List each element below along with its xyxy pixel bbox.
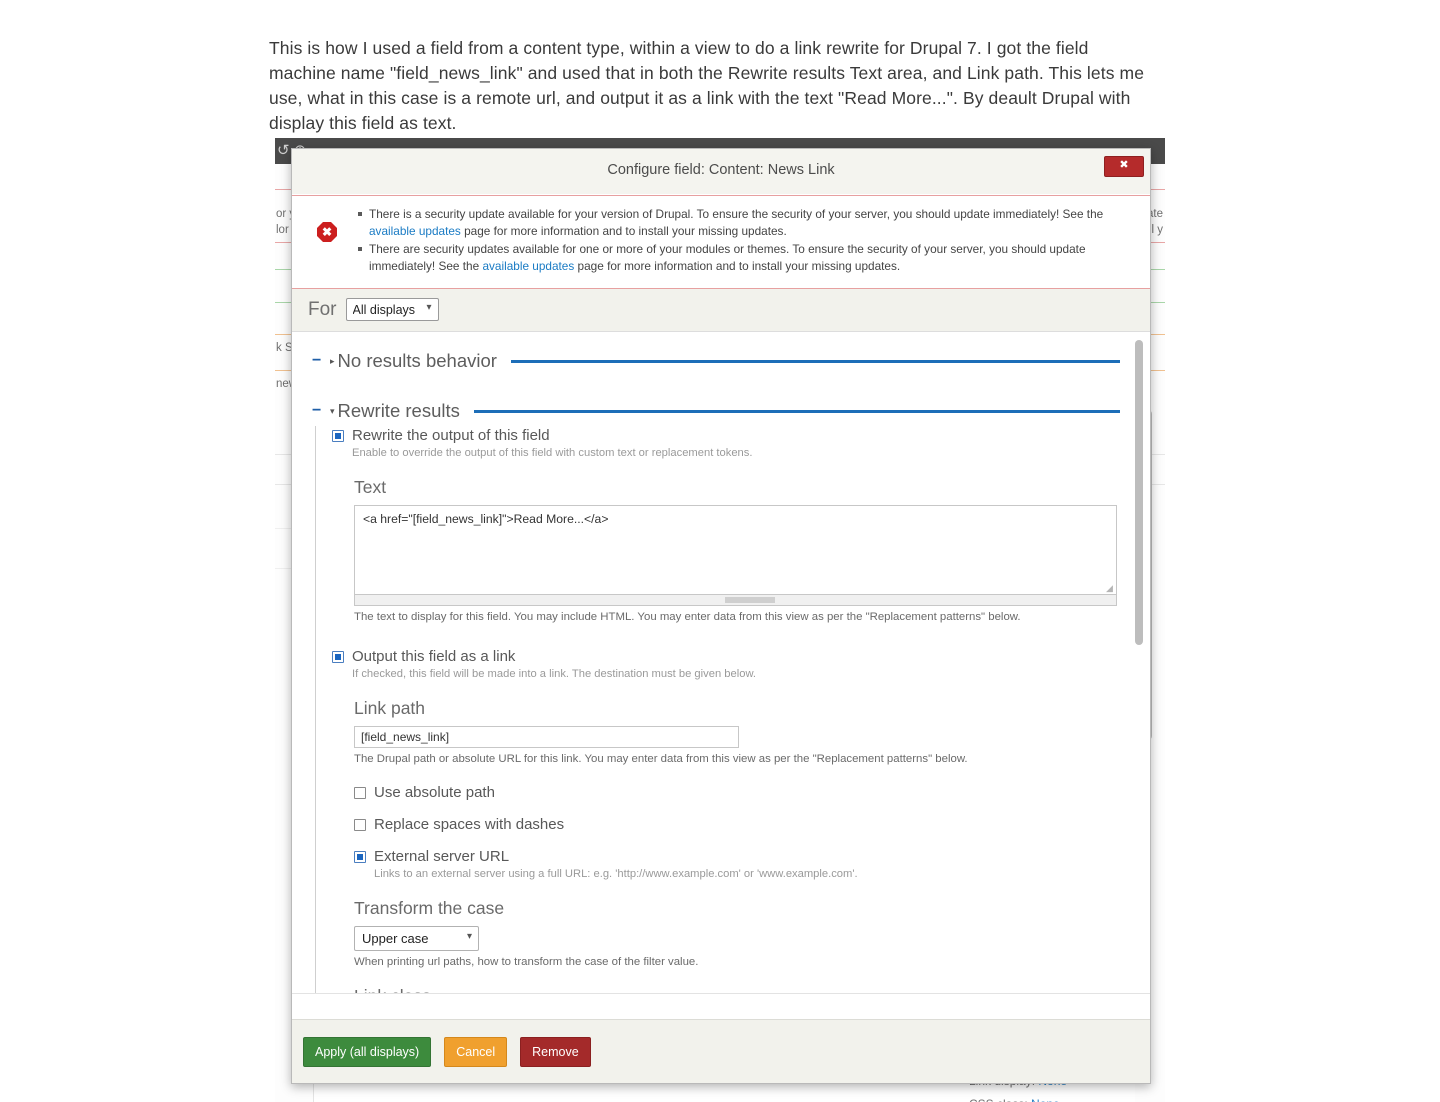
transform-case-item: Transform the case Upper case ▾ When pri… <box>354 898 1120 970</box>
apply-all-displays-button[interactable]: Apply (all displays) <box>303 1036 432 1067</box>
fieldset-legend: No results behavior <box>337 350 497 371</box>
rewrite-output-item: Rewrite the output of this field Enable … <box>332 426 1120 461</box>
remove-button[interactable]: Remove <box>520 1036 591 1067</box>
collapse-minus-icon[interactable]: − <box>312 353 323 369</box>
replace-spaces-checkbox[interactable] <box>354 819 366 831</box>
link-path-input[interactable] <box>354 726 739 748</box>
close-icon[interactable]: ✖ <box>1104 156 1144 177</box>
text-field-description: The text to display for this field. You … <box>354 611 1021 623</box>
use-absolute-path-checkbox[interactable] <box>354 787 366 799</box>
modal-scroll-body[interactable]: − ▸ No results behavior − ▾ Rewrite resu… <box>292 332 1150 1014</box>
message-text-after: page for more information and to install… <box>574 258 901 273</box>
bg-text-fragment: ll y <box>1148 224 1163 236</box>
link-path-label: Link path <box>354 698 426 718</box>
external-server-url-row[interactable]: External server URL Links to an external… <box>354 847 1120 882</box>
external-server-url-checkbox[interactable] <box>354 851 366 863</box>
chevron-down-icon[interactable]: ▾ <box>330 406 335 417</box>
use-absolute-path-label: Use absolute path <box>374 784 495 801</box>
text-textarea-wrap: <a href="[field_news_link]">Read More...… <box>354 505 1117 606</box>
bg-text-fragment: lor <box>276 224 289 236</box>
external-server-url-label: External server URL <box>374 848 510 865</box>
output-link-hint: If checked, this field will be made into… <box>352 668 757 680</box>
fieldset-header[interactable]: − ▸ No results behavior <box>312 350 1120 372</box>
fieldset-rule <box>510 359 1120 363</box>
modal-vertical-scrollbar[interactable] <box>1133 332 1147 1014</box>
transform-case-select-wrap: Upper case ▾ <box>354 926 479 951</box>
message-text-before: There is a security update available for… <box>369 207 1104 221</box>
for-display-select[interactable]: All displays <box>345 298 439 321</box>
rewrite-output-checkbox[interactable] <box>332 430 344 442</box>
replace-spaces-row[interactable]: Replace spaces with dashes <box>354 815 1120 834</box>
rewrite-output-hint: Enable to override the output of this fi… <box>352 447 753 459</box>
error-octagon-icon: ✖ <box>317 222 337 242</box>
text-field-item: Text <a href="[field_news_link]">Read Mo… <box>354 477 1120 625</box>
bg-summary-label: CSS class: <box>969 1097 1028 1102</box>
link-path-description: The Drupal path or absolute URL for this… <box>354 753 968 765</box>
footer-spacer <box>292 993 1150 1020</box>
bg-summary-css-class: CSS class: None <box>969 1097 1060 1102</box>
modal-action-bar: Apply (all displays) Cancel Remove <box>292 1019 1150 1083</box>
use-absolute-path-row[interactable]: Use absolute path <box>354 783 1120 802</box>
scrollbar-thumb[interactable] <box>725 597 775 603</box>
output-link-item: Output this field as a link If checked, … <box>332 647 1120 682</box>
rewrite-output-row[interactable]: Rewrite the output of this field Enable … <box>332 426 1120 461</box>
transform-case-description: When printing url paths, how to transfor… <box>354 956 699 968</box>
scrollbar-thumb[interactable] <box>1135 340 1143 645</box>
output-link-label: Output this field as a link <box>352 648 516 665</box>
for-display-select-wrap: All displays ▾ <box>345 298 439 321</box>
text-textarea[interactable]: <a href="[field_news_link]">Read More...… <box>354 505 1117 595</box>
replace-spaces-label: Replace spaces with dashes <box>374 816 565 833</box>
list-item: There are security updates available for… <box>358 241 1132 274</box>
link-options-group: Use absolute path Replace spaces with da… <box>354 783 1120 882</box>
intro-paragraph: This is how I used a field from a conten… <box>269 37 1145 133</box>
configure-field-modal: Configure field: Content: News Link ✖ ✖ … <box>291 148 1151 1084</box>
collapse-minus-icon[interactable]: − <box>312 403 323 419</box>
fieldset-rule <box>473 409 1120 413</box>
output-link-checkbox[interactable] <box>332 651 344 663</box>
available-updates-link[interactable]: available updates <box>369 224 461 238</box>
resize-grip-icon[interactable]: ◢ <box>1106 584 1115 593</box>
fieldset-header[interactable]: − ▾ Rewrite results <box>312 400 1120 422</box>
for-display-bar: For All displays ▾ <box>292 289 1150 332</box>
link-path-item: Link path The Drupal path or absolute UR… <box>354 698 1120 767</box>
rewrite-results-content: Rewrite the output of this field Enable … <box>315 426 1120 1014</box>
for-label: For <box>308 298 337 320</box>
external-server-url-hint: Links to an external server using a full… <box>374 868 858 880</box>
modal-titlebar: Configure field: Content: News Link ✖ <box>292 149 1150 195</box>
cancel-button[interactable]: Cancel <box>444 1036 508 1067</box>
screenshot-root: This is how I used a field from a conten… <box>0 0 1440 1102</box>
output-link-row[interactable]: Output this field as a link If checked, … <box>332 647 1120 682</box>
status-messages-error: ✖ There is a security update available f… <box>292 195 1150 289</box>
modal-title: Configure field: Content: News Link <box>607 162 835 178</box>
fieldset-rewrite-results: − ▾ Rewrite results Rewrite the output o… <box>312 400 1120 1014</box>
fieldset-no-results-behavior: − ▸ No results behavior <box>312 350 1120 372</box>
transform-case-label: Transform the case <box>354 898 505 918</box>
available-updates-link[interactable]: available updates <box>482 259 574 273</box>
text-field-label: Text <box>354 477 387 497</box>
list-item: There is a security update available for… <box>358 206 1132 239</box>
rewrite-output-label: Rewrite the output of this field <box>352 427 550 444</box>
transform-case-select[interactable]: Upper case <box>354 926 479 951</box>
textarea-horizontal-scrollbar[interactable] <box>354 595 1117 606</box>
message-list: There is a security update available for… <box>354 206 1132 274</box>
chevron-right-icon[interactable]: ▸ <box>330 356 335 367</box>
bg-summary-value[interactable]: None <box>1031 1097 1060 1102</box>
fieldset-legend: Rewrite results <box>337 400 460 421</box>
message-text-after: page for more information and to install… <box>460 223 787 238</box>
